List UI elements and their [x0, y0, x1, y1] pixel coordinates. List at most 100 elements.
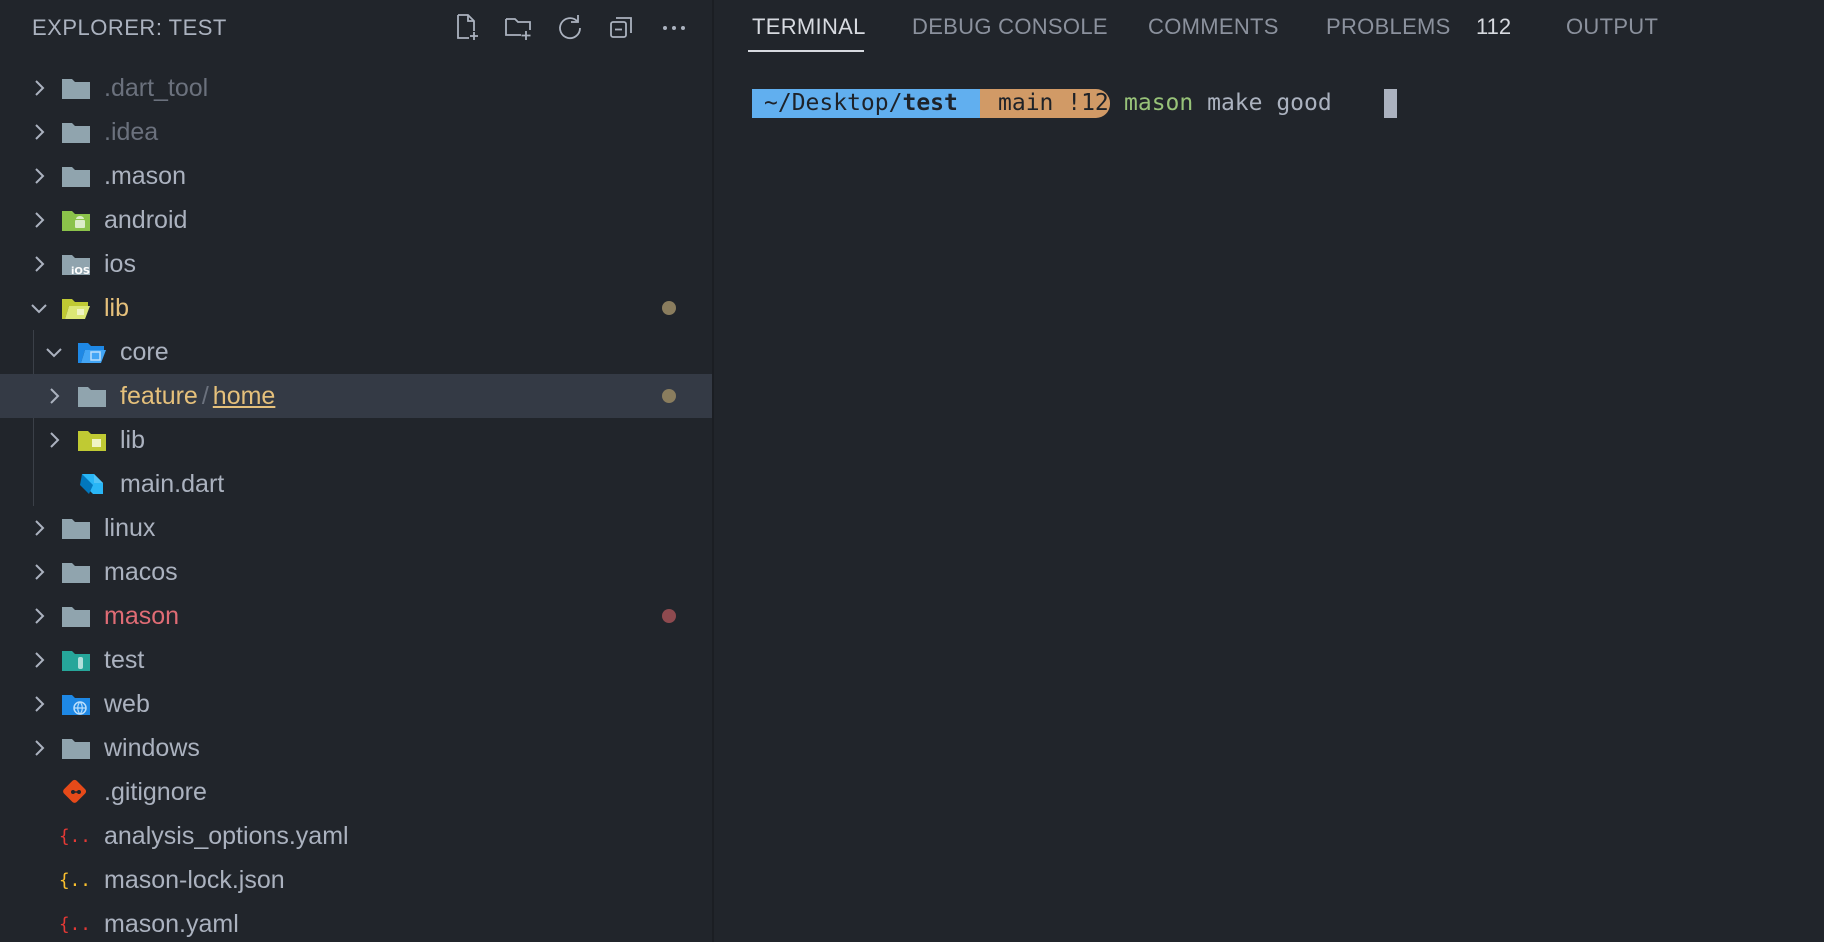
explorer-actions	[449, 10, 690, 43]
refresh-icon	[558, 14, 581, 39]
tree-item-label: mason-lock.json	[104, 866, 285, 894]
tree-item-feature-home[interactable]: feature / home	[0, 374, 712, 418]
tree-item-mason-lock[interactable]: {..} mason-lock.json	[0, 858, 712, 902]
chevron-right-icon	[35, 608, 45, 624]
chevron-right-icon	[35, 740, 45, 756]
tree-item-mason-dir[interactable]: .mason	[0, 154, 712, 198]
chevron-right-icon	[35, 80, 45, 96]
more-icon	[662, 25, 685, 30]
tree-item-lib[interactable]: lib	[0, 286, 712, 330]
tree-item-label: .dart_tool	[104, 74, 209, 102]
tree-item-label: web	[104, 690, 150, 718]
tree-item-label: test	[104, 646, 145, 674]
tree-item-mason-yaml[interactable]: {..} mason.yaml	[0, 902, 712, 942]
tree-item-lib-nested[interactable]: lib	[0, 418, 712, 462]
svg-text:{..}: {..}	[59, 871, 89, 891]
yaml-file-icon: {..}	[59, 827, 89, 847]
tree-item-ios[interactable]: iOS ios	[0, 242, 712, 286]
chevron-right-icon	[50, 388, 60, 404]
tree-item-label: .gitignore	[104, 778, 207, 806]
tree-item-mason[interactable]: mason	[0, 594, 712, 638]
svg-text:iOS: iOS	[71, 266, 90, 277]
modified-dot	[662, 389, 676, 403]
svg-text:{..}: {..}	[59, 915, 89, 935]
chevron-right-icon	[35, 168, 45, 184]
collapse-all-button[interactable]	[605, 10, 638, 43]
more-actions-button[interactable]	[657, 10, 690, 43]
chevron-right-icon	[35, 696, 45, 712]
problems-count-badge: 112	[1476, 14, 1512, 39]
tree-item-label: mason.yaml	[104, 910, 239, 938]
ios-folder-icon: iOS	[62, 255, 90, 277]
tree-item-macos[interactable]: macos	[0, 550, 712, 594]
lib-folder-open-icon	[62, 299, 90, 319]
chevron-right-icon	[50, 432, 60, 448]
panel-tabs: TERMINAL DEBUG CONSOLE COMMENTS PROBLEMS…	[714, 0, 1824, 54]
test-folder-icon	[62, 651, 90, 671]
tree-item-label: core	[120, 338, 169, 366]
tree-item-label: mason	[104, 602, 180, 630]
folder-icon	[62, 607, 90, 627]
terminal-cursor	[1384, 89, 1397, 118]
folder-icon	[62, 123, 90, 143]
path-separator: /	[201, 382, 209, 410]
tree-item-label: macos	[104, 558, 178, 586]
dart-file-icon	[80, 474, 103, 494]
command-name: mason	[1124, 90, 1194, 116]
tree-item-web[interactable]: web	[0, 682, 712, 726]
tree-item-test[interactable]: test	[0, 638, 712, 682]
tree-item-label: ios	[104, 250, 136, 278]
tree-item-main-dart[interactable]: main.dart	[0, 462, 712, 506]
tab-debug-console[interactable]: DEBUG CONSOLE	[912, 14, 1108, 40]
folder-icon	[62, 79, 90, 99]
tree-item-android[interactable]: android	[0, 198, 712, 242]
bottom-panel: TERMINAL DEBUG CONSOLE COMMENTS PROBLEMS…	[714, 0, 1824, 942]
explorer-header: EXPLORER: TEST	[0, 0, 712, 54]
android-folder-icon	[62, 211, 90, 231]
new-folder-button[interactable]	[501, 10, 534, 43]
tree-item-windows[interactable]: windows	[0, 726, 712, 770]
tab-terminal[interactable]: TERMINAL	[752, 14, 866, 40]
tree-item-dart-tool[interactable]: .dart_tool	[0, 66, 712, 110]
refresh-button[interactable]	[553, 10, 586, 43]
folder-icon	[62, 739, 90, 759]
chevron-right-icon	[35, 652, 45, 668]
chevron-right-icon	[35, 564, 45, 580]
tree-item-label: lib	[104, 294, 130, 322]
tree-item-analysis-options[interactable]: {..} analysis_options.yaml	[0, 814, 712, 858]
compact-folder-home[interactable]: home	[213, 382, 276, 410]
yaml-file-icon: {..}	[59, 915, 89, 935]
chevron-right-icon	[35, 212, 45, 228]
tree-item-linux[interactable]: linux	[0, 506, 712, 550]
chevron-right-icon	[35, 256, 45, 272]
new-file-icon	[456, 13, 478, 40]
tree-item-label: .mason	[104, 162, 186, 190]
terminal-command: mason make good	[1124, 89, 1332, 118]
active-tab-indicator	[748, 50, 864, 52]
chevron-down-icon	[31, 304, 47, 314]
file-tree: .dart_tool .idea .mason android iOS ios …	[0, 66, 712, 942]
explorer-sidebar: EXPLORER: TEST .dart_tool .idea .mason a…	[0, 0, 712, 942]
prompt-git-segment: main !12	[980, 89, 1110, 118]
tree-item-gitignore[interactable]: .gitignore	[0, 770, 712, 814]
tab-output[interactable]: OUTPUT	[1566, 14, 1658, 40]
svg-text:{..}: {..}	[59, 827, 89, 847]
new-file-button[interactable]	[449, 10, 482, 43]
tree-item-idea[interactable]: .idea	[0, 110, 712, 154]
tree-item-label: main.dart	[120, 470, 225, 498]
compact-folder-feature[interactable]: feature	[120, 382, 198, 410]
web-folder-icon	[62, 695, 90, 715]
tab-comments[interactable]: COMMENTS	[1148, 14, 1279, 40]
tree-item-core[interactable]: core	[0, 330, 712, 374]
tree-item-label: windows	[104, 734, 200, 762]
tree-item-label: android	[104, 206, 188, 234]
prompt-path-prefix: ~/Desktop/	[764, 90, 903, 116]
chevron-down-icon	[46, 348, 62, 358]
prompt-path-dir: test	[902, 90, 958, 116]
tree-item-label: linux	[104, 514, 156, 542]
lib-folder-icon	[78, 431, 106, 451]
tree-item-label: feature / home	[120, 374, 275, 418]
json-file-icon: {..}	[59, 871, 89, 891]
chevron-right-icon	[35, 520, 45, 536]
tab-problems[interactable]: PROBLEMS	[1326, 14, 1451, 40]
